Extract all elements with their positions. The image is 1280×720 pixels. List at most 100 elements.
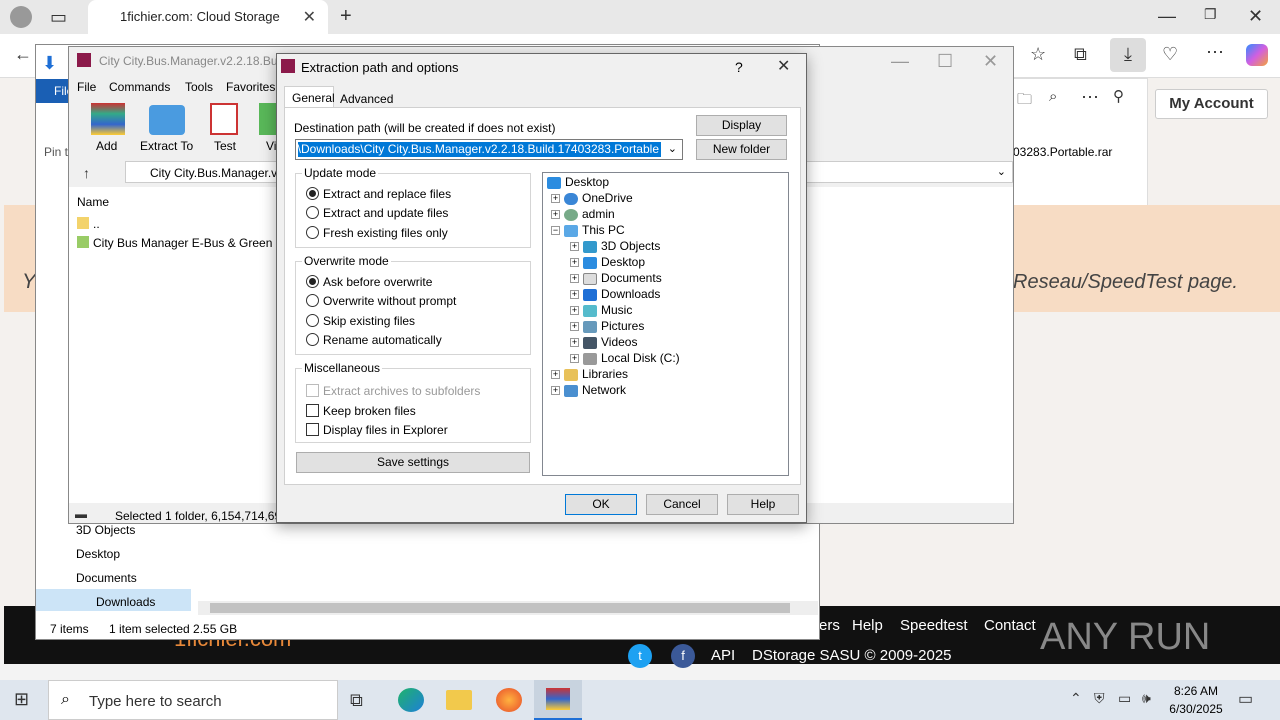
close-tab-icon[interactable]: ✕ xyxy=(303,7,316,27)
tab-actions-icon[interactable]: ▭ xyxy=(50,7,67,28)
tree-local-disk[interactable]: + Local Disk (C:) xyxy=(570,351,680,365)
tool-view[interactable]: Vi xyxy=(266,139,276,153)
tool-test[interactable]: Test xyxy=(214,139,236,153)
file-explorer-icon[interactable] xyxy=(446,690,472,710)
winrar-maximize-icon[interactable]: ☐ xyxy=(937,51,953,72)
tree-pictures[interactable]: + Pictures xyxy=(570,319,644,333)
display-button[interactable]: Display xyxy=(696,115,787,136)
tree-3d-objects[interactable]: +3D Objects xyxy=(570,239,660,253)
more-icon[interactable]: ⋯ xyxy=(1206,42,1224,63)
radio-extract-replace[interactable]: Extract and replace files xyxy=(306,187,451,201)
tree-desktop[interactable]: + Desktop xyxy=(570,255,645,269)
favorites-icon[interactable]: ☆ xyxy=(1030,44,1046,65)
view-icon[interactable] xyxy=(259,103,277,135)
radio-rename-auto[interactable]: Rename automatically xyxy=(306,333,442,347)
menu-favorites[interactable]: Favorites xyxy=(226,80,275,94)
close-window-icon[interactable]: ✕ xyxy=(1248,6,1263,27)
tree-desktop-root[interactable]: Desktop xyxy=(547,175,609,189)
pin-icon[interactable]: ⚲ xyxy=(1113,87,1124,105)
tree-libraries[interactable]: + Libraries xyxy=(551,367,628,381)
radio-skip-existing[interactable]: Skip existing files xyxy=(306,314,415,328)
tree-admin[interactable]: + admin xyxy=(551,207,615,221)
my-account-button[interactable]: My Account xyxy=(1155,89,1268,119)
security-icon[interactable]: ⛨ xyxy=(1094,690,1105,707)
clock-date[interactable]: 6/30/2025 xyxy=(1166,702,1226,716)
menu-tools[interactable]: Tools xyxy=(185,80,213,94)
radio-overwrite-no-prompt[interactable]: Overwrite without prompt xyxy=(306,294,456,308)
nav-3d-objects[interactable]: 3D Objects xyxy=(76,523,135,537)
save-settings-button[interactable]: Save settings xyxy=(296,452,530,473)
nav-documents[interactable]: Documents xyxy=(76,571,137,585)
footer-link-contact[interactable]: Contact xyxy=(984,617,1036,634)
firefox-icon[interactable] xyxy=(496,688,522,712)
help-button[interactable]: Help xyxy=(727,494,799,515)
folder-tree[interactable]: Desktop + OneDrive + admin − This PC +3D Ob… xyxy=(542,172,789,476)
browser-essentials-icon[interactable]: ♡ xyxy=(1162,44,1178,65)
test-icon[interactable] xyxy=(210,103,238,135)
row-parent[interactable]: .. xyxy=(93,217,100,231)
notifications-icon[interactable]: ▭ xyxy=(1238,689,1253,709)
tab-advanced[interactable]: Advanced xyxy=(334,89,393,108)
footer-link-speedtest[interactable]: Speedtest xyxy=(900,617,968,634)
radio-fresh-existing[interactable]: Fresh existing files only xyxy=(306,226,448,240)
horizontal-scrollbar[interactable] xyxy=(198,601,818,615)
footer-link-partners[interactable]: ers xyxy=(819,617,840,634)
dialog-close-icon[interactable]: ✕ xyxy=(777,56,790,76)
check-keep-broken[interactable]: Keep broken files xyxy=(306,404,416,418)
copilot-icon[interactable] xyxy=(1246,44,1268,66)
tree-downloads[interactable]: + Downloads xyxy=(570,287,660,301)
profile-icon[interactable] xyxy=(10,6,32,28)
nav-downloads-selected[interactable]: Downloads xyxy=(36,589,191,611)
tree-this-pc[interactable]: − This PC xyxy=(551,223,625,237)
start-icon[interactable]: ⊞ xyxy=(14,689,29,710)
tree-documents[interactable]: + Documents xyxy=(570,271,662,285)
tool-add[interactable]: Add xyxy=(96,139,117,153)
restore-icon[interactable]: ❐ xyxy=(1204,6,1217,23)
minimize-icon[interactable]: — xyxy=(1158,6,1176,27)
search-box[interactable]: ⌕ Type here to search xyxy=(48,680,338,720)
back-icon[interactable]: ← xyxy=(14,44,32,65)
tab-general[interactable]: General xyxy=(284,86,335,108)
tree-music[interactable]: + Music xyxy=(570,303,632,317)
up-folder-icon[interactable]: ↑ xyxy=(83,165,90,181)
tree-videos[interactable]: + Videos xyxy=(570,335,637,349)
cancel-button[interactable]: Cancel xyxy=(646,494,718,515)
download-filename[interactable]: 03283.Portable.rar xyxy=(1013,145,1112,159)
nav-desktop[interactable]: Desktop xyxy=(76,547,120,561)
tray-chevron-icon[interactable]: ⌃ xyxy=(1070,690,1082,707)
more-options-icon[interactable]: ⋯ xyxy=(1081,87,1099,108)
path-dropdown-icon[interactable]: ⌄ xyxy=(997,165,1006,178)
new-folder-button[interactable]: New folder xyxy=(696,139,787,160)
new-tab-icon[interactable]: + xyxy=(340,5,352,28)
tree-onedrive[interactable]: + OneDrive xyxy=(551,191,633,205)
browser-tab[interactable]: 1fichier.com: Cloud Storage ✕ xyxy=(88,0,328,34)
tree-network[interactable]: + Network xyxy=(551,383,626,397)
dialog-help-icon[interactable]: ? xyxy=(735,59,743,75)
search-icon[interactable]: ⌕ xyxy=(1049,88,1057,105)
footer-link-help[interactable]: Help xyxy=(852,617,883,634)
dest-dropdown-icon[interactable]: ⌄ xyxy=(668,142,677,155)
tool-extract-to[interactable]: Extract To xyxy=(140,139,193,153)
dest-path-input[interactable]: admin\Downloads\City City.Bus.Manager.v2… xyxy=(298,142,661,157)
ok-button[interactable]: OK xyxy=(565,494,637,515)
footer-api[interactable]: API xyxy=(711,647,735,664)
radio-extract-update[interactable]: Extract and update files xyxy=(306,206,448,220)
dest-path-combo[interactable]: admin\Downloads\City City.Bus.Manager.v2… xyxy=(295,139,683,160)
downloads-button[interactable]: ⤓ xyxy=(1110,38,1146,72)
edge-icon[interactable] xyxy=(398,688,424,712)
facebook-icon[interactable]: f xyxy=(671,644,695,668)
volume-icon[interactable]: 🕪 xyxy=(1142,690,1151,707)
twitter-icon[interactable]: t xyxy=(628,644,652,668)
menu-commands[interactable]: Commands xyxy=(109,80,170,94)
radio-ask-overwrite[interactable]: Ask before overwrite xyxy=(306,275,432,289)
add-icon[interactable] xyxy=(91,103,125,135)
clock-time[interactable]: 8:26 AM xyxy=(1168,684,1224,698)
extract-to-icon[interactable] xyxy=(149,105,185,135)
collections-icon[interactable]: ⧉ xyxy=(1074,44,1087,65)
col-name-header[interactable]: Name xyxy=(77,195,109,209)
network-tray-icon[interactable]: ▭ xyxy=(1118,690,1131,707)
menu-file[interactable]: File xyxy=(77,80,96,94)
winrar-minimize-icon[interactable]: — xyxy=(891,51,909,72)
folder-icon[interactable]: 🗀 xyxy=(1017,89,1032,114)
task-view-icon[interactable]: ⧉ xyxy=(350,690,363,711)
